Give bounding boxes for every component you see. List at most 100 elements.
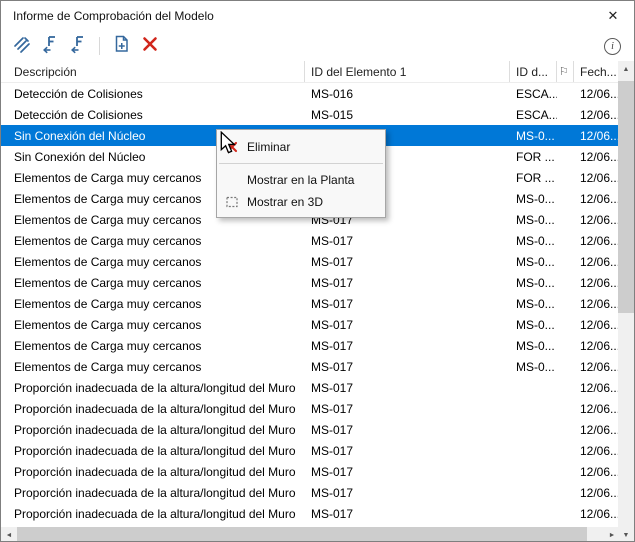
cell-element1-id: MS-017 [305, 255, 510, 269]
cell-description: Proporción inadecuada de la altura/longi… [1, 423, 305, 437]
new-issue-button[interactable] [109, 34, 134, 59]
cell-element1-id: MS-017 [305, 444, 510, 458]
cell-description: Elementos de Carga muy cercanos [1, 360, 305, 374]
cell-date: 12/06... [574, 129, 620, 143]
scroll-up-icon[interactable]: ▲ [618, 61, 634, 77]
cell-description: Elementos de Carga muy cercanos [1, 276, 305, 290]
table-row[interactable]: Proporción inadecuada de la altura/longi… [1, 461, 620, 482]
cell-date: 12/06... [574, 318, 620, 332]
check-hatch-icon [12, 34, 32, 59]
column-header-description[interactable]: Descripción [1, 61, 305, 82]
delete-x-icon [141, 35, 159, 58]
cell-date: 12/06... [574, 360, 620, 374]
model-check-report-window: Informe de Comprobación del Modelo ✕ [0, 0, 635, 542]
toolbar: i [1, 31, 634, 61]
cell-description: Proporción inadecuada de la altura/longi… [1, 486, 305, 500]
menu-item-show-in-plan[interactable]: Mostrar en la Planta [217, 169, 385, 191]
cell-date: 12/06... [574, 108, 620, 122]
cell-element1-id: MS-017 [305, 465, 510, 479]
table-row[interactable]: Detección de Colisiones MS-015 ESCA... 1… [1, 104, 620, 125]
cell-element2-id: MS-0... [510, 213, 557, 227]
table-row[interactable]: Detección de Colisiones MS-016 ESCA... 1… [1, 83, 620, 104]
cell-description: Elementos de Carga muy cercanos [1, 234, 305, 248]
table-row[interactable]: Elementos de Carga muy cercanos MS-017 M… [1, 356, 620, 377]
titlebar: Informe de Comprobación del Modelo ✕ [1, 1, 634, 31]
cell-date: 12/06... [574, 234, 620, 248]
cell-element1-id: MS-017 [305, 402, 510, 416]
column-header-date[interactable]: Fech... [574, 61, 620, 82]
cell-element1-id: MS-017 [305, 276, 510, 290]
cell-description: Proporción inadecuada de la altura/longi… [1, 444, 305, 458]
cell-element2-id: MS-0... [510, 129, 557, 143]
cell-date: 12/06... [574, 486, 620, 500]
menu-item-label: Mostrar en 3D [247, 195, 323, 209]
column-header-element1-id[interactable]: ID del Elemento 1 [305, 61, 510, 82]
menu-item-label: Mostrar en la Planta [247, 173, 354, 187]
cell-date: 12/06... [574, 402, 620, 416]
cell-description: Elementos de Carga muy cercanos [1, 255, 305, 269]
table-row[interactable]: Elementos de Carga muy cercanos MS-017 M… [1, 251, 620, 272]
delete-x-icon [217, 141, 247, 153]
cell-element1-id: MS-017 [305, 381, 510, 395]
table-row[interactable]: Elementos de Carga muy cercanos MS-017 M… [1, 335, 620, 356]
table-row[interactable]: Proporción inadecuada de la altura/longi… [1, 503, 620, 524]
cell-date: 12/06... [574, 150, 620, 164]
menu-item-delete[interactable]: Eliminar [217, 136, 385, 158]
window-title: Informe de Comprobación del Modelo [1, 9, 214, 23]
column-header: Descripción ID del Elemento 1 ID d... ⚐ … [1, 61, 620, 83]
cell-date: 12/06... [574, 465, 620, 479]
cell-date: 12/06... [574, 381, 620, 395]
close-button[interactable]: ✕ [592, 1, 634, 31]
scroll-down-icon[interactable]: ▼ [618, 527, 634, 542]
info-button[interactable]: i [604, 38, 621, 55]
table-row[interactable]: Proporción inadecuada de la altura/longi… [1, 377, 620, 398]
table-row[interactable]: Elementos de Carga muy cercanos MS-017 M… [1, 272, 620, 293]
scroll-left-icon[interactable]: ◄ [1, 527, 17, 542]
cell-date: 12/06... [574, 423, 620, 437]
cell-description: Elementos de Carga muy cercanos [1, 339, 305, 353]
cell-date: 12/06... [574, 171, 620, 185]
show-element-1-button[interactable] [37, 34, 62, 59]
table-row[interactable]: Proporción inadecuada de la altura/longi… [1, 398, 620, 419]
new-issue-icon [112, 34, 132, 59]
cell-description: Elementos de Carga muy cercanos [1, 297, 305, 311]
table-row[interactable]: Elementos de Carga muy cercanos MS-017 M… [1, 293, 620, 314]
cell-description: Proporción inadecuada de la altura/longi… [1, 507, 305, 521]
show-element-2-button[interactable] [65, 34, 90, 59]
flag-icon[interactable]: ⚐ [557, 61, 574, 82]
cell-element2-id: MS-0... [510, 318, 557, 332]
column-header-element2-id[interactable]: ID d... [510, 61, 557, 82]
table-row[interactable]: Elementos de Carga muy cercanos MS-017 M… [1, 314, 620, 335]
table-row[interactable]: Proporción inadecuada de la altura/longi… [1, 482, 620, 503]
horizontal-scrollbar[interactable]: ◄ ► [1, 527, 620, 542]
cell-date: 12/06... [574, 276, 620, 290]
cell-element2-id: ESCA... [510, 87, 557, 101]
cell-element2-id: MS-0... [510, 192, 557, 206]
cell-date: 12/06... [574, 297, 620, 311]
scroll-right-icon[interactable]: ► [604, 527, 620, 542]
cell-element2-id: MS-0... [510, 339, 557, 353]
run-model-check-button[interactable] [9, 34, 34, 59]
cell-element1-id: MS-017 [305, 360, 510, 374]
cell-element2-id: FOR ... [510, 171, 557, 185]
menu-separator [219, 163, 383, 164]
cell-element1-id: MS-017 [305, 507, 510, 521]
delete-entry-button[interactable] [137, 34, 162, 59]
cell-element2-id: MS-0... [510, 255, 557, 269]
vertical-scrollbar-thumb[interactable] [618, 81, 634, 313]
cell-element2-id: MS-0... [510, 276, 557, 290]
cell-element1-id: MS-015 [305, 108, 510, 122]
cell-date: 12/06... [574, 339, 620, 353]
table-row[interactable]: Proporción inadecuada de la altura/longi… [1, 440, 620, 461]
horizontal-scrollbar-thumb[interactable] [17, 527, 587, 542]
cell-element1-id: MS-016 [305, 87, 510, 101]
cell-description: Elementos de Carga muy cercanos [1, 318, 305, 332]
cell-element1-id: MS-017 [305, 423, 510, 437]
vertical-scrollbar[interactable]: ▲ ▼ [618, 61, 634, 542]
table-row[interactable]: Proporción inadecuada de la altura/longi… [1, 419, 620, 440]
cell-element1-id: MS-017 [305, 486, 510, 500]
menu-item-show-in-3d[interactable]: Mostrar en 3D [217, 191, 385, 213]
cell-description: Detección de Colisiones [1, 108, 305, 122]
toolbar-separator [99, 37, 100, 55]
table-row[interactable]: Elementos de Carga muy cercanos MS-017 M… [1, 230, 620, 251]
